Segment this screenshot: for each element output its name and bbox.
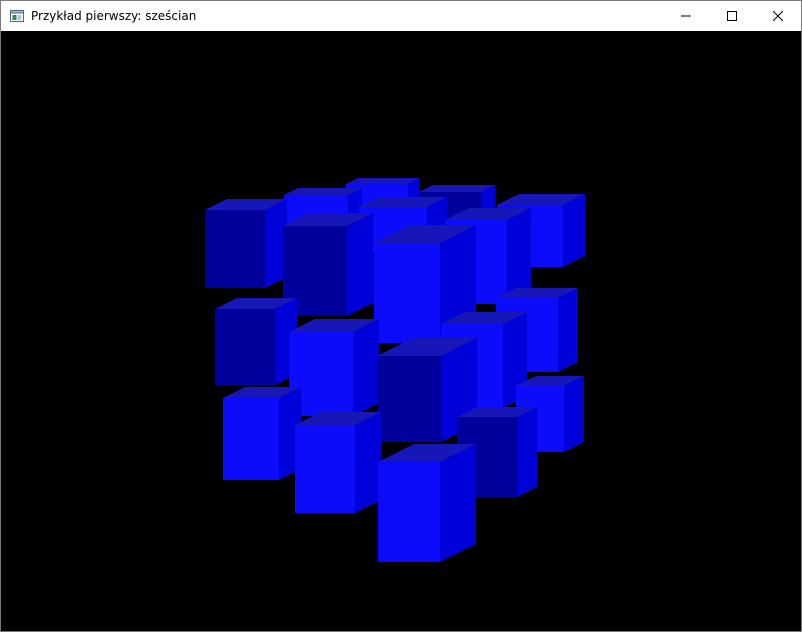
cube-side-face [440,444,476,562]
close-icon [773,11,783,21]
app-window: Przykład pierwszy: sześcian [0,0,802,632]
cube [295,412,381,513]
cube [205,199,287,288]
cube-side-face [347,213,373,316]
cube-top-face [346,178,420,184]
cube-side-face [517,407,537,497]
title-bar[interactable]: Przykład pierwszy: sześcian [1,1,801,31]
maximize-icon [727,11,737,21]
cube-front-face [205,210,265,288]
cube-side-face [564,376,584,452]
cube-grid-scene [205,178,585,562]
cube [378,444,476,562]
window-title: Przykład pierwszy: sześcian [31,9,197,23]
render-viewport[interactable] [1,31,801,631]
cube-side-face [558,288,578,372]
cube [215,298,297,385]
maximize-button[interactable] [709,1,755,31]
close-button[interactable] [755,1,801,31]
cube-side-face [563,194,585,267]
window-controls [663,1,801,31]
cube-front-face [378,462,440,562]
app-icon [9,8,25,24]
cube-front-face [377,356,441,442]
cube-side-face [353,319,379,416]
minimize-button[interactable] [663,1,709,31]
cube [289,319,379,416]
cube [223,387,301,480]
cube-front-face [223,398,279,480]
cube-side-face [355,412,381,513]
minimize-icon [681,15,691,17]
cube-front-face [374,243,440,343]
cube-front-face [215,309,275,385]
cube-front-face [295,425,355,513]
